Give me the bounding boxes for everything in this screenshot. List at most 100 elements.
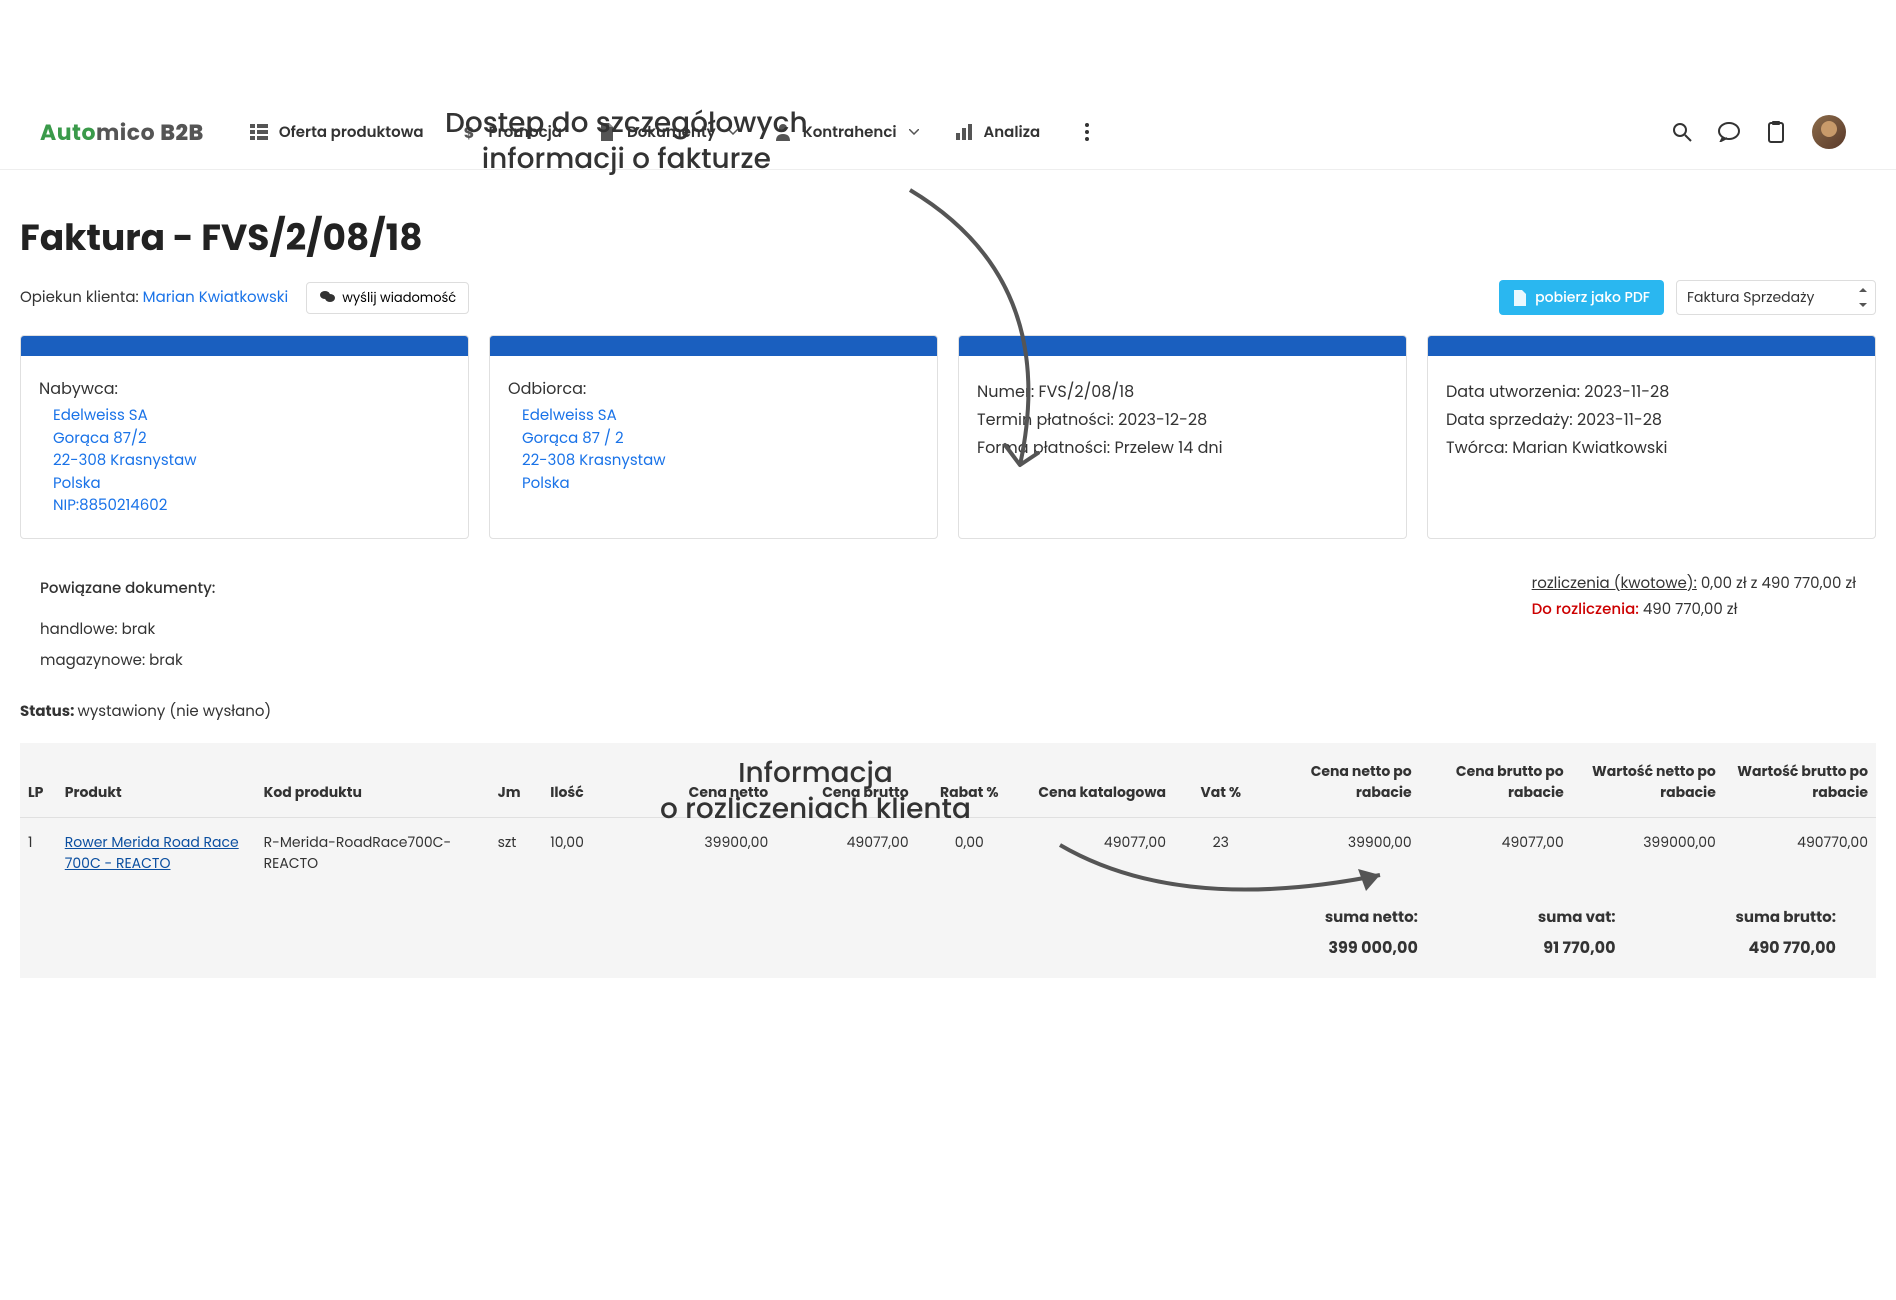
th-product: Produkt bbox=[57, 743, 256, 818]
more-vert-icon bbox=[1085, 123, 1089, 141]
buyer-addr2: 22-308 Krasnystaw bbox=[53, 450, 197, 471]
cell-qty: 10,00 bbox=[542, 817, 636, 888]
total-vat: suma vat: 91 770,00 bbox=[1538, 906, 1616, 960]
cell-netafter: 39900,00 bbox=[1268, 817, 1420, 888]
navbar: Automico B2B Oferta produktowa $ Promocj… bbox=[0, 95, 1896, 170]
page-header: Faktura - FVS/2/08/18 bbox=[0, 170, 1896, 280]
recipient-name[interactable]: Edelweiss SA bbox=[522, 405, 617, 426]
bar-chart-icon bbox=[954, 122, 974, 142]
th-net: Cena netto bbox=[636, 743, 776, 818]
nav-offer[interactable]: Oferta produktowa bbox=[249, 121, 424, 144]
grid-icon bbox=[249, 122, 269, 142]
nav-docs-label: Dokumenty bbox=[627, 121, 716, 144]
doc-type-select[interactable]: Faktura Sprzedaży bbox=[1676, 280, 1876, 315]
page-title: Faktura - FVS/2/08/18 bbox=[20, 210, 1876, 265]
settle-label[interactable]: rozliczenia (kwotowe): bbox=[1532, 573, 1697, 594]
chevron-down-icon bbox=[728, 129, 738, 135]
download-pdf-label: pobierz jako PDF bbox=[1535, 287, 1650, 308]
related-docs: Powiązane dokumenty: handlowe: brak maga… bbox=[40, 569, 857, 680]
nav-docs[interactable]: Dokumenty bbox=[597, 121, 738, 144]
send-message-label: wyślij wiadomość bbox=[342, 288, 456, 308]
total-net: suma netto: 399 000,00 bbox=[1325, 906, 1418, 960]
chat-icon[interactable] bbox=[1718, 121, 1740, 143]
th-valgrossafter: Wartość brutto po rabacie bbox=[1724, 743, 1876, 818]
logo[interactable]: Automico B2B bbox=[40, 116, 204, 149]
settle-to-label: Do rozliczenia: bbox=[1532, 599, 1643, 620]
logo-auto: Auto bbox=[40, 117, 96, 148]
cell-grossafter: 49077,00 bbox=[1420, 817, 1572, 888]
totals: suma netto: 399 000,00 suma vat: 91 770,… bbox=[20, 888, 1876, 978]
doc-payform: Forma płatności: Przelew 14 dni bbox=[977, 435, 1388, 460]
table-row: 1 Rower Merida Road Race 700C - REACTO R… bbox=[20, 817, 1876, 888]
care-name-link[interactable]: Marian Kwiatkowski bbox=[143, 287, 289, 308]
document-icon bbox=[597, 122, 617, 142]
search-icon[interactable] bbox=[1671, 121, 1693, 143]
doc-number: Numer: FVS/2/08/18 bbox=[977, 379, 1388, 404]
buyer-nip: NIP:8850214602 bbox=[53, 495, 167, 516]
file-icon bbox=[1513, 290, 1527, 306]
th-valnetafter: Wartość netto po rabacie bbox=[1572, 743, 1724, 818]
cell-vat: 23 bbox=[1174, 817, 1268, 888]
buyer-name[interactable]: Edelweiss SA bbox=[53, 405, 148, 426]
midrow: Powiązane dokumenty: handlowe: brak maga… bbox=[0, 539, 1896, 690]
cell-code: R-Merida-RoadRace700C-REACTO bbox=[256, 817, 490, 888]
care-label-text: Opiekun klienta: bbox=[20, 287, 143, 308]
chevron-down-icon bbox=[909, 129, 919, 135]
nav-promo-label: Promocja bbox=[489, 121, 562, 144]
logo-b2b: B2B bbox=[160, 117, 204, 148]
table-header-row: LP Produkt Kod produktu Jm Ilość Cena ne… bbox=[20, 743, 1876, 818]
th-rebate: Rabat % bbox=[917, 743, 1022, 818]
clipboard-icon[interactable] bbox=[1765, 121, 1787, 143]
settle-value: 0,00 zł z 490 770,00 zł bbox=[1697, 573, 1856, 594]
card-doc: Numer: FVS/2/08/18 Termin płatności: 202… bbox=[958, 335, 1407, 539]
th-code: Kod produktu bbox=[256, 743, 490, 818]
cell-net: 39900,00 bbox=[636, 817, 776, 888]
download-pdf-button[interactable]: pobierz jako PDF bbox=[1499, 280, 1664, 315]
th-jm: Jm bbox=[490, 743, 543, 818]
date-author: Twórca: Marian Kwiatkowski bbox=[1446, 435, 1857, 460]
nav-analysis[interactable]: Analiza bbox=[954, 121, 1041, 144]
invoice-table: LP Produkt Kod produktu Jm Ilość Cena ne… bbox=[20, 743, 1876, 888]
dollar-icon: $ bbox=[459, 122, 479, 142]
settlement: rozliczenia (kwotowe): 0,00 zł z 490 770… bbox=[1532, 569, 1856, 680]
cell-rebate: 0,00 bbox=[917, 817, 1022, 888]
cell-valnetafter: 399000,00 bbox=[1572, 817, 1724, 888]
send-message-button[interactable]: wyślij wiadomość bbox=[306, 282, 469, 314]
subhead: Opiekun klienta: Marian Kwiatkowski wyśl… bbox=[0, 280, 1896, 335]
doc-due: Termin płatności: 2023-12-28 bbox=[977, 407, 1388, 432]
avatar[interactable] bbox=[1812, 115, 1846, 149]
nav-partners[interactable]: Kontrahenci bbox=[773, 121, 919, 144]
nav-right bbox=[1671, 115, 1846, 149]
product-link[interactable]: Rower Merida Road Race 700C - REACTO bbox=[65, 832, 239, 873]
logo-mico: mico bbox=[96, 117, 160, 148]
th-grossafter: Cena brutto po rabacie bbox=[1420, 743, 1572, 818]
th-vat: Vat % bbox=[1174, 743, 1268, 818]
nav-offer-label: Oferta produktowa bbox=[279, 121, 424, 144]
total-vat-label: suma vat: bbox=[1538, 906, 1616, 929]
buyer-country: Polska bbox=[53, 473, 101, 494]
total-gross-label: suma brutto: bbox=[1736, 906, 1836, 929]
care-label: Opiekun klienta: Marian Kwiatkowski bbox=[20, 286, 288, 309]
nav-partners-label: Kontrahenci bbox=[803, 121, 897, 144]
total-gross-value: 490 770,00 bbox=[1736, 935, 1836, 960]
doc-type-value: Faktura Sprzedaży bbox=[1687, 287, 1814, 307]
total-vat-value: 91 770,00 bbox=[1538, 935, 1616, 960]
svg-text:$: $ bbox=[463, 123, 474, 141]
related-title: Powiązane dokumenty: bbox=[40, 577, 857, 600]
recipient-country: Polska bbox=[522, 473, 570, 494]
status-label: Status: bbox=[20, 701, 78, 722]
nav-items: Oferta produktowa $ Promocja Dokumenty K… bbox=[249, 120, 1099, 144]
total-gross: suma brutto: 490 770,00 bbox=[1736, 906, 1836, 960]
recipient-addr2: 22-308 Krasnystaw bbox=[522, 450, 666, 471]
nav-promo[interactable]: $ Promocja bbox=[459, 121, 562, 144]
cell-gross: 49077,00 bbox=[776, 817, 916, 888]
related-stock: magazynowe: brak bbox=[40, 649, 857, 672]
nav-more[interactable] bbox=[1075, 120, 1099, 144]
nav-analysis-label: Analiza bbox=[984, 121, 1041, 144]
cell-valgrossafter: 490770,00 bbox=[1724, 817, 1876, 888]
total-net-label: suma netto: bbox=[1325, 906, 1418, 929]
cell-jm: szt bbox=[490, 817, 543, 888]
settle-to-value: 490 770,00 zł bbox=[1643, 599, 1738, 620]
th-qty: Ilość bbox=[542, 743, 636, 818]
cell-catalog: 49077,00 bbox=[1022, 817, 1174, 888]
